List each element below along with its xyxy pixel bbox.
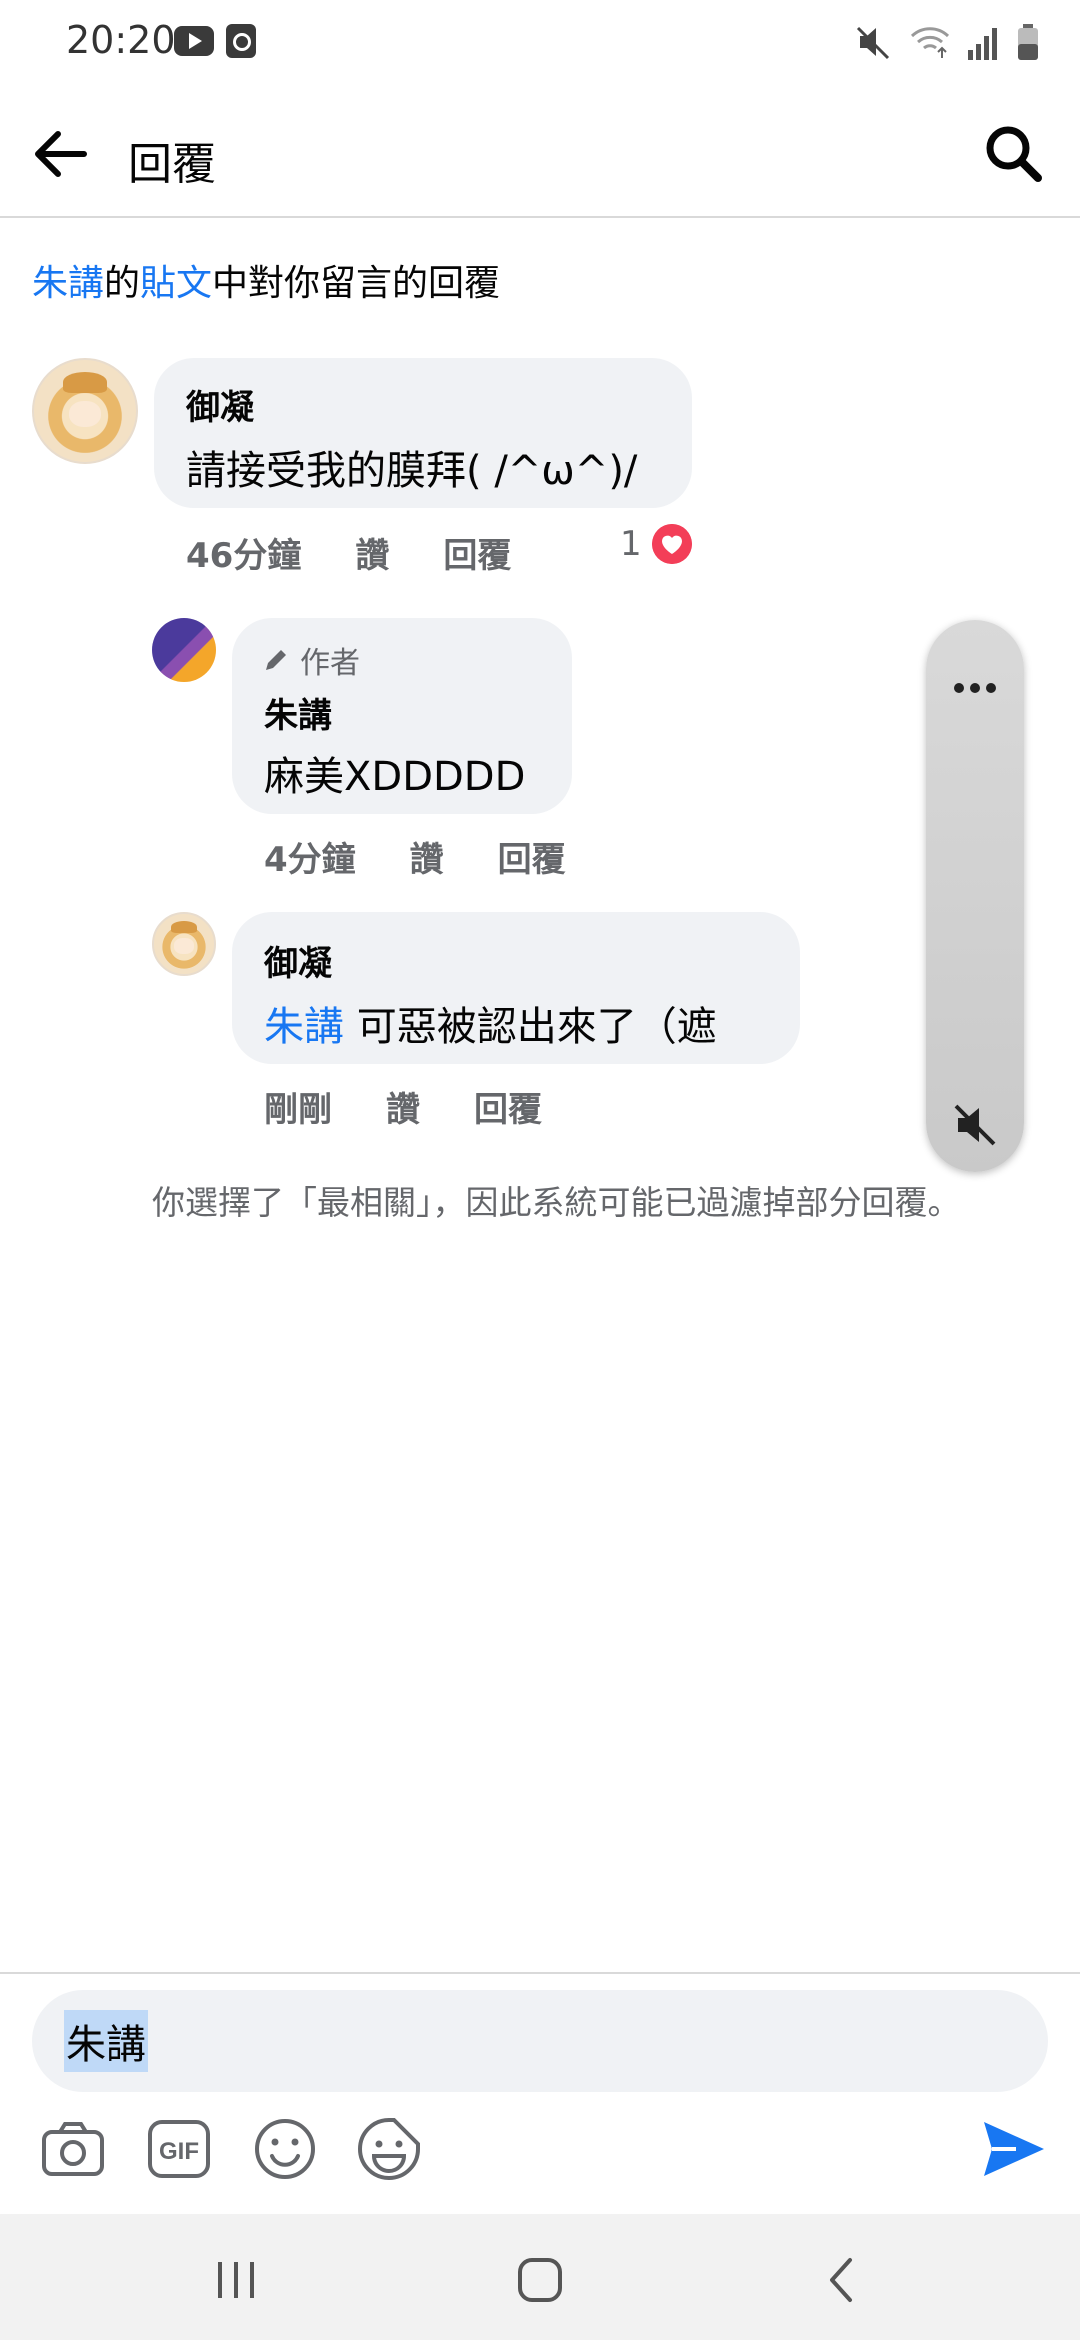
comment-timestamp: 46分鐘: [186, 536, 302, 576]
like-button[interactable]: 讚: [410, 832, 444, 881]
wifi-icon: [910, 27, 950, 58]
sticker-icon[interactable]: [354, 2114, 424, 2184]
post-link[interactable]: 貼文: [140, 263, 212, 304]
mute-icon: [856, 26, 890, 60]
page-title: 回覆: [128, 139, 216, 190]
pencil-icon: [266, 650, 286, 670]
comment-actions: 剛剛 讚 回覆: [264, 1082, 542, 1131]
like-button[interactable]: 讚: [386, 1082, 420, 1131]
home-icon[interactable]: [510, 2250, 570, 2310]
more-options-icon[interactable]: [945, 658, 1005, 718]
author-badge-label: 作者: [300, 646, 360, 681]
mention-link[interactable]: 朱講: [264, 1004, 344, 1050]
context-text-2: 中對你留言的回覆: [212, 263, 501, 304]
heart-icon: [651, 524, 692, 564]
emoji-icon[interactable]: [250, 2114, 320, 2184]
clock-app-icon: [226, 24, 256, 58]
system-nav-bar: [0, 2214, 1080, 2340]
comment-input-text[interactable]: 朱講: [64, 2010, 148, 2072]
reply-button[interactable]: 回覆: [474, 1082, 542, 1131]
reaction-summary[interactable]: 1: [620, 524, 692, 564]
avatar[interactable]: [152, 912, 216, 976]
comment-actions: 4分鐘 讚 回覆: [264, 832, 566, 881]
comment-input[interactable]: [32, 1990, 1048, 2092]
reply-button[interactable]: 回覆: [498, 832, 566, 881]
signal-icon: [968, 28, 997, 60]
comment-author-name[interactable]: 御凝: [186, 380, 254, 429]
status-bar: 20:20: [0, 0, 1080, 84]
avatar[interactable]: [152, 618, 216, 682]
like-button[interactable]: 讚: [355, 528, 389, 577]
comment-timestamp: 4分鐘: [264, 840, 356, 880]
status-time: 20:20: [66, 18, 176, 62]
gif-icon[interactable]: GIF: [144, 2114, 214, 2184]
composer-toolbar: GIF: [0, 2114, 1080, 2194]
reply-context: 朱講的貼文中對你留言的回覆: [32, 254, 500, 306]
arrow-left-icon[interactable]: [28, 122, 92, 186]
comment-bubble[interactable]: 御凝 朱講 可惡被認出來了（遮: [232, 912, 800, 1064]
divider: [0, 1972, 1080, 1974]
comment-timestamp: 剛剛: [264, 1090, 332, 1130]
send-icon[interactable]: [978, 2114, 1048, 2184]
recent-apps-icon[interactable]: [206, 2250, 266, 2310]
reaction-count: 1: [620, 524, 642, 564]
comment-actions: 46分鐘 讚 回覆: [186, 528, 511, 577]
comment-bubble[interactable]: 作者 朱講 麻美XDDDDD: [232, 618, 572, 814]
comment-text-body: 可惡被認出來了（遮: [356, 1004, 717, 1050]
comment-bubble[interactable]: 御凝 請接受我的膜拜( /^ω^)/: [154, 358, 692, 508]
reply-button[interactable]: 回覆: [443, 528, 511, 577]
comment-author-name[interactable]: 朱講: [264, 688, 332, 737]
search-icon[interactable]: [982, 122, 1046, 186]
comment-author-name[interactable]: 御凝: [264, 936, 332, 985]
comment-text: 麻美XDDDDD: [264, 754, 526, 800]
comment-text: 請接受我的膜拜( /^ω^)/: [186, 448, 638, 494]
floating-controls[interactable]: [926, 620, 1024, 1172]
youtube-icon: [174, 26, 214, 56]
status-icons: [854, 20, 1040, 64]
avatar[interactable]: [32, 358, 138, 464]
camera-icon[interactable]: [38, 2114, 108, 2184]
back-nav-icon[interactable]: [812, 2250, 872, 2310]
battery-icon: [1018, 24, 1038, 60]
context-text-1: 的: [104, 263, 141, 304]
post-author-link[interactable]: 朱講: [32, 263, 104, 304]
mute-icon[interactable]: [950, 1100, 1000, 1150]
author-badge: 作者: [262, 638, 360, 682]
filter-note: 你選擇了「最相關」，因此系統可能已過濾掉部分回覆。: [152, 1183, 961, 1222]
comment-text: 朱講 可惡被認出來了（遮: [264, 994, 717, 1052]
svg-text:GIF: GIF: [159, 2138, 199, 2165]
app-header: 回覆: [0, 84, 1080, 218]
